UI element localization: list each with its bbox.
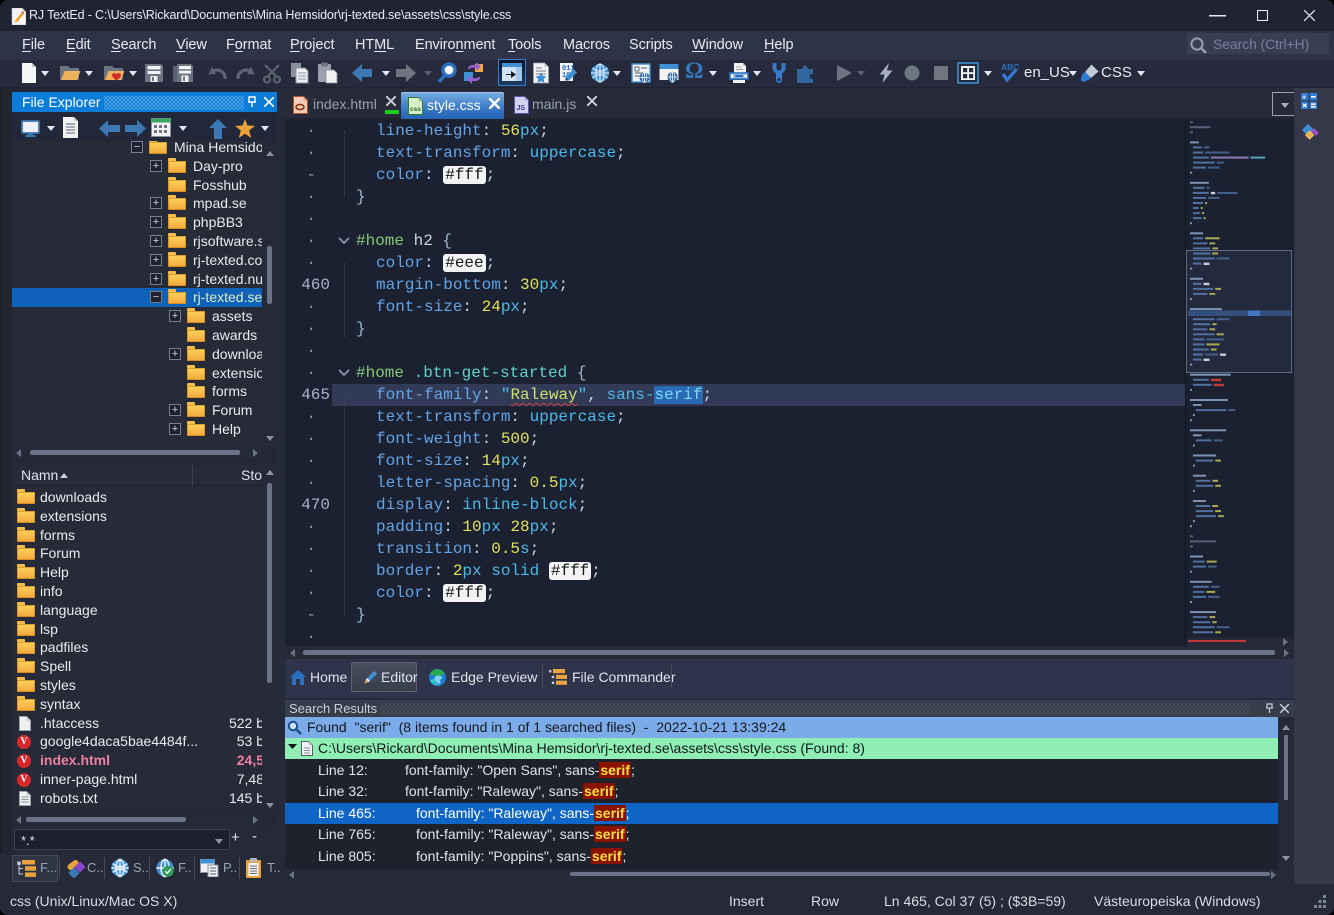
svg-text:ABC: ABC bbox=[1001, 62, 1019, 72]
svg-text:+: + bbox=[1302, 93, 1306, 101]
svg-text:css: css bbox=[410, 106, 421, 113]
svg-text:JS: JS bbox=[517, 105, 526, 112]
